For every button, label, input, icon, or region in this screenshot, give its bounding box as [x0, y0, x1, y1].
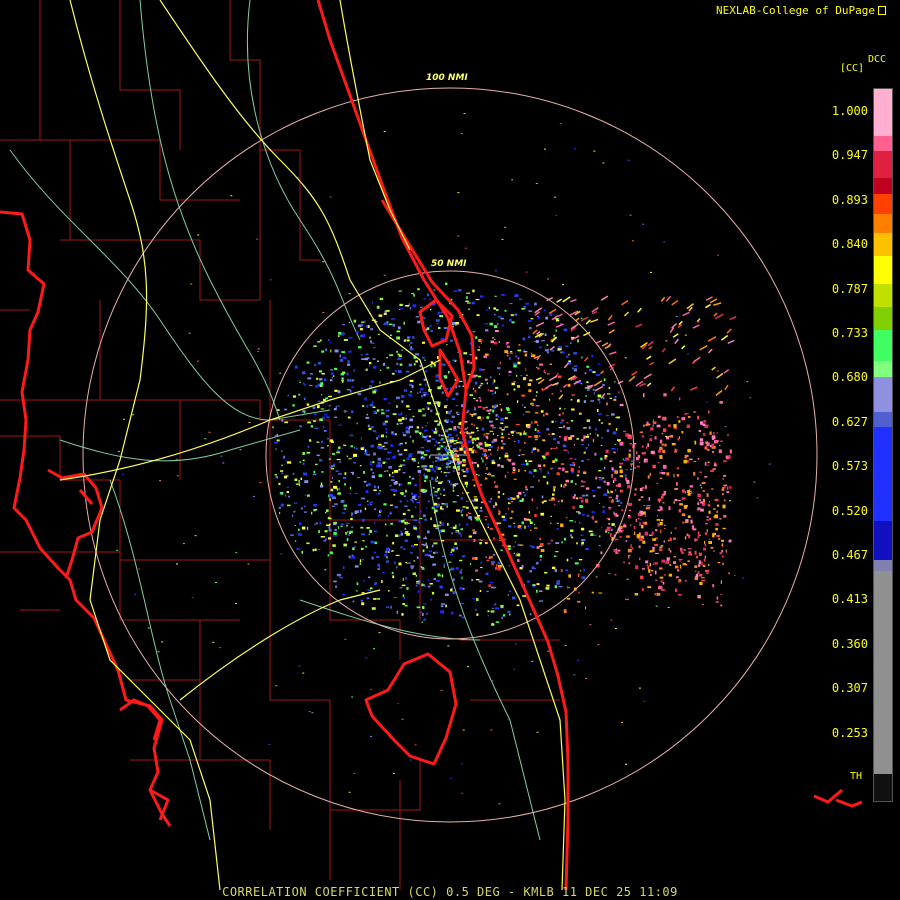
county-boundaries: [0, 0, 560, 890]
color-scale-tick-label: 0.520: [831, 503, 868, 518]
color-scale-segment: [874, 330, 892, 362]
color-scale-bar: [873, 88, 893, 802]
legend-title-cc: [CC]: [840, 63, 865, 74]
color-scale-segment: [874, 306, 892, 331]
lake-okeechobee: [364, 652, 458, 766]
color-scale-tick-label: 0.893: [831, 192, 868, 207]
window-icon[interactable]: [878, 6, 886, 15]
legend-th-label: TH: [850, 771, 863, 782]
color-scale-tick-label: 0.787: [831, 281, 868, 296]
color-scale-tick-label: 0.840: [831, 237, 868, 252]
color-scale-segment: [874, 520, 892, 560]
color-scale-segment: [874, 427, 892, 521]
color-scale-segment: [874, 178, 892, 195]
color-scale-segment: [874, 571, 892, 774]
credit-label: NEXLAB-College of DuPage: [716, 4, 886, 17]
color-scale-segment: [874, 135, 892, 152]
radar-map: [0, 0, 863, 891]
color-scale-tick-label: 0.467: [831, 548, 868, 562]
color-scale-tick-label: 0.573: [831, 459, 868, 474]
color-scale-tick-label: 1.000: [831, 104, 868, 118]
legend-title-dcc: DCC: [868, 54, 887, 65]
color-scale-tick-label: 0.627: [831, 414, 868, 429]
west-coastline: [0, 210, 172, 827]
color-scale-tick-label: 0.733: [831, 326, 868, 340]
tampa-bay: [47, 468, 104, 579]
color-scale-segment: [874, 376, 892, 412]
ring-label-50: 50 NMI: [431, 259, 467, 269]
color-scale-segment: [874, 232, 892, 257]
color-scale-segment: [874, 89, 892, 136]
color-scale-segment: [874, 283, 892, 307]
coastline: [0, 0, 863, 891]
color-scale-segment: [874, 559, 892, 572]
color-scale-tick-label: 0.680: [831, 370, 868, 385]
color-scale-tick-label: 0.947: [831, 148, 868, 163]
color-scale-tick-label: 0.360: [831, 636, 868, 651]
keys-fragment: [813, 788, 863, 808]
color-scale-segment: [874, 256, 892, 284]
color-scale-segment: [874, 411, 892, 428]
color-scale-tick-label: 0.307: [831, 681, 868, 696]
color-scale-segment: [874, 151, 892, 179]
color-scale-tick-label: 0.253: [831, 725, 868, 740]
color-scale-segment: [874, 361, 892, 377]
radar-echoes: [116, 113, 771, 805]
color-scale-segment: [874, 773, 892, 801]
color-scale-tick-label: 0.413: [831, 592, 868, 607]
ring-label-100: 100 NMI: [426, 73, 468, 83]
color-scale-segment: [874, 213, 892, 233]
color-scale-segment: [874, 194, 892, 214]
product-caption: CORRELATION COEFFICIENT (CC) 0.5 DEG - K…: [222, 885, 678, 899]
east-coastline: [316, 0, 570, 891]
